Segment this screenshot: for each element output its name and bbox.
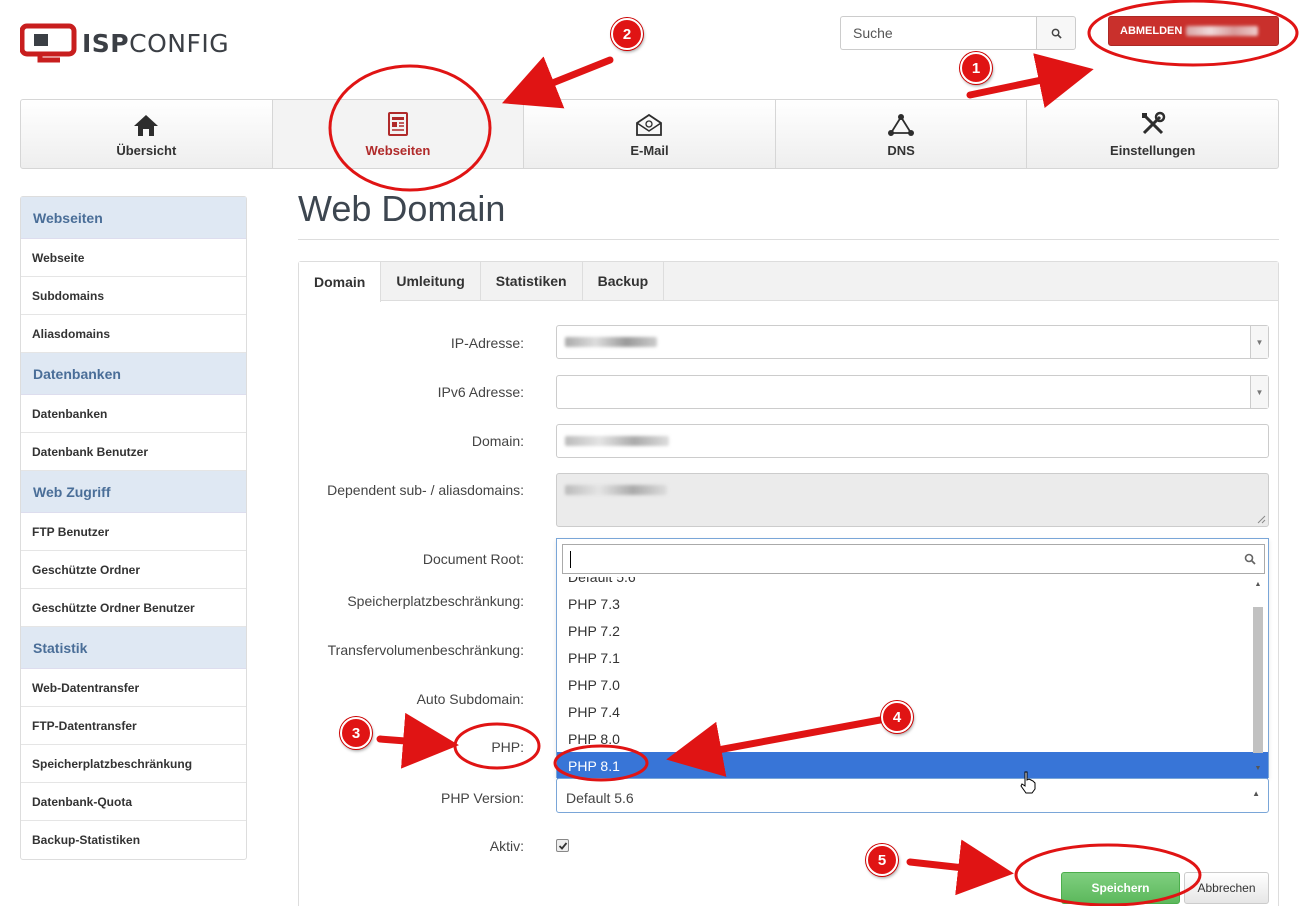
search-icon xyxy=(1051,28,1062,39)
arrow-2 xyxy=(502,56,614,109)
php-version-select[interactable]: Default 5.6 ▲ xyxy=(556,778,1269,813)
nav-settings[interactable]: Einstellungen xyxy=(1027,100,1278,168)
document-icon xyxy=(387,111,408,136)
dropdown-search-input[interactable] xyxy=(562,544,1265,574)
ipv6-address-select[interactable]: ▼ xyxy=(556,375,1269,409)
sidebar-heading-datenbanken: Datenbanken xyxy=(21,353,246,395)
logo-icon xyxy=(19,22,78,64)
active-checkbox[interactable] xyxy=(556,839,569,852)
sidebar-item-datenbanken[interactable]: Datenbanken xyxy=(21,395,246,433)
dependent-domains-textarea[interactable] xyxy=(556,473,1269,527)
tab-bar: Domain Umleitung Statistiken Backup xyxy=(299,262,1278,302)
page-title: Web Domain xyxy=(298,188,506,229)
tab-domain[interactable]: Domain xyxy=(299,262,382,302)
sidebar-item-web-datentransfer[interactable]: Web-Datentransfer xyxy=(21,669,246,707)
nav-email[interactable]: E-Mail xyxy=(524,100,776,168)
text-cursor xyxy=(570,551,571,568)
annotation-badge-1: 1 xyxy=(960,52,992,84)
blurred-domain xyxy=(565,436,669,446)
network-icon xyxy=(888,113,915,136)
cancel-button[interactable]: Abbrechen xyxy=(1184,872,1269,904)
sidebar-item-ftp-datentransfer[interactable]: FTP-Datentransfer xyxy=(21,707,246,745)
logout-button[interactable]: ABMELDEN xyxy=(1108,16,1279,46)
main-navigation: Übersicht Webseiten E-Mail DNS Einstellu… xyxy=(20,99,1279,169)
sidebar: Webseiten Webseite Subdomains Aliasdomai… xyxy=(20,196,247,860)
search-icon xyxy=(1244,553,1256,565)
search-bar xyxy=(840,16,1076,50)
search-button[interactable] xyxy=(1036,16,1076,50)
nav-dns[interactable]: DNS xyxy=(776,100,1028,168)
php-option[interactable]: Default 5.6 xyxy=(557,577,1268,590)
php-dropdown: Default 5.6 PHP 7.3 PHP 7.2 PHP 7.1 PHP … xyxy=(556,538,1269,779)
sidebar-item-geschuetzte-ordner-benutzer[interactable]: Geschützte Ordner Benutzer xyxy=(21,589,246,627)
label-ipv6-address: IPv6 Adresse: xyxy=(437,384,524,400)
chevron-down-icon: ▼ xyxy=(1250,376,1268,408)
blurred-aliasdomains xyxy=(565,485,667,495)
label-ip-address: IP-Adresse: xyxy=(450,335,524,351)
sidebar-heading-statistik: Statistik xyxy=(21,627,246,669)
label-hd-quota: Speicherplatzbeschränkung: xyxy=(347,593,524,609)
php-option-list: Default 5.6 PHP 7.3 PHP 7.2 PHP 7.1 PHP … xyxy=(557,577,1268,779)
domain-input[interactable] xyxy=(556,424,1269,458)
label-dependent-domains: Dependent sub- / aliasdomains: xyxy=(327,482,524,498)
annotation-badge-2: 2 xyxy=(611,18,643,50)
logout-label: ABMELDEN xyxy=(1120,25,1183,37)
chevron-down-icon: ▼ xyxy=(1250,326,1268,358)
sidebar-item-geschuetzte-ordner[interactable]: Geschützte Ordner xyxy=(21,551,246,589)
label-php-version: PHP Version: xyxy=(440,790,524,806)
php-option[interactable]: PHP 7.3 xyxy=(557,590,1268,617)
sidebar-item-subdomains[interactable]: Subdomains xyxy=(21,277,246,315)
php-option[interactable]: PHP 8.0 xyxy=(557,725,1268,752)
label-traffic-quota: Transfervolumenbeschränkung: xyxy=(327,642,524,658)
sidebar-item-speicherplatz[interactable]: Speicherplatzbeschränkung xyxy=(21,745,246,783)
label-active: Aktiv: xyxy=(489,838,524,854)
tab-umleitung[interactable]: Umleitung xyxy=(381,262,481,300)
php-option[interactable]: PHP 7.0 xyxy=(557,671,1268,698)
title-divider xyxy=(298,239,1279,240)
label-php: PHP: xyxy=(491,739,524,755)
php-option-selected[interactable]: PHP 8.1 xyxy=(557,752,1268,779)
php-version-value: Default 5.6 xyxy=(566,790,634,806)
home-icon xyxy=(134,114,159,136)
sidebar-item-datenbank-benutzer[interactable]: Datenbank Benutzer xyxy=(21,433,246,471)
sidebar-item-webseite[interactable]: Webseite xyxy=(21,239,246,277)
hand-cursor-icon xyxy=(1020,771,1036,794)
resize-handle-icon xyxy=(1257,515,1266,524)
blurred-ip xyxy=(565,337,657,347)
php-option[interactable]: PHP 7.1 xyxy=(557,644,1268,671)
sidebar-heading-webseiten: Webseiten xyxy=(21,197,246,239)
save-button[interactable]: Speichern xyxy=(1061,872,1180,904)
nav-overview[interactable]: Übersicht xyxy=(21,100,273,168)
label-auto-subdomain: Auto Subdomain: xyxy=(416,691,524,707)
sidebar-heading-web-zugriff: Web Zugriff xyxy=(21,471,246,513)
tools-icon xyxy=(1141,111,1165,134)
nav-webseiten[interactable]: Webseiten xyxy=(272,100,525,168)
sidebar-item-datenbank-quota[interactable]: Datenbank-Quota xyxy=(21,783,246,821)
search-input[interactable] xyxy=(840,16,1036,50)
sidebar-item-aliasdomains[interactable]: Aliasdomains xyxy=(21,315,246,353)
blurred-username xyxy=(1186,26,1259,36)
ip-address-select[interactable]: ▼ xyxy=(556,325,1269,359)
ispconfig-logo[interactable]: ISPCONFIG xyxy=(19,22,230,64)
label-document-root: Document Root: xyxy=(422,551,524,567)
annotation-badge-4: 4 xyxy=(881,701,913,733)
logo-text: ISPCONFIG xyxy=(82,28,230,58)
checkmark-icon xyxy=(558,841,567,850)
sidebar-item-backup-statistiken[interactable]: Backup-Statistiken xyxy=(21,821,246,859)
annotation-badge-3: 3 xyxy=(340,717,372,749)
php-option[interactable]: PHP 7.2 xyxy=(557,617,1268,644)
chevron-up-icon: ▲ xyxy=(1252,789,1260,798)
dropdown-scrollbar[interactable]: ▲ ▼ xyxy=(1252,579,1264,775)
sidebar-item-ftp-benutzer[interactable]: FTP Benutzer xyxy=(21,513,246,551)
mail-icon xyxy=(636,113,663,136)
tab-statistiken[interactable]: Statistiken xyxy=(481,262,583,300)
label-domain: Domain: xyxy=(471,433,524,449)
tab-backup[interactable]: Backup xyxy=(583,262,665,300)
annotation-badge-5: 5 xyxy=(866,844,898,876)
